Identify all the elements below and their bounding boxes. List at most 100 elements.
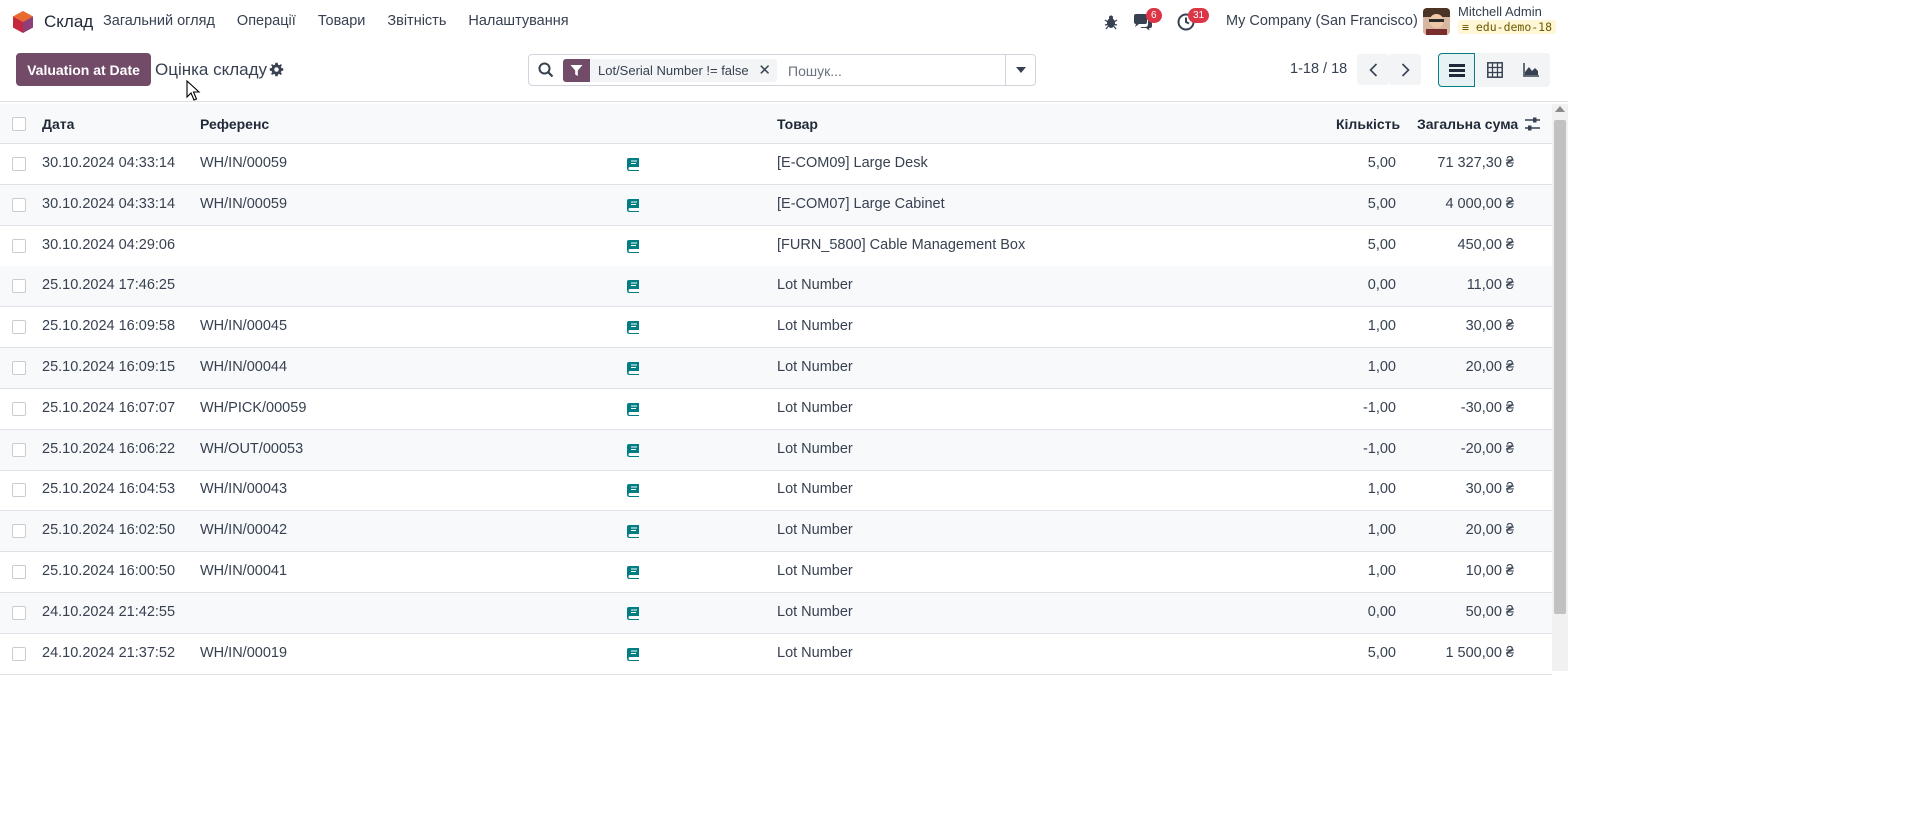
pager-previous-button[interactable] [1357, 54, 1389, 85]
row-checkbox[interactable] [12, 646, 26, 661]
cell-quantity: -1,00 [1362, 440, 1396, 457]
book-icon[interactable] [626, 483, 640, 498]
cell-product: Lot Number [777, 440, 853, 457]
app-name[interactable]: Склад [44, 12, 93, 32]
cell-quantity: 5,00 [1367, 195, 1396, 212]
row-checkbox[interactable] [12, 565, 26, 579]
gear-icon[interactable] [269, 62, 284, 77]
book-icon[interactable] [626, 239, 640, 253]
row-checkbox[interactable] [12, 157, 26, 171]
scroll-up-arrow-icon[interactable] [1555, 106, 1565, 112]
pager-next-button[interactable] [1389, 54, 1421, 85]
search-facet[interactable]: Lot/Serial Number != false ✕ [563, 59, 777, 82]
row-checkbox[interactable] [12, 197, 26, 212]
cell-date: 25.10.2024 16:09:58 [42, 318, 176, 335]
avatar[interactable] [1423, 8, 1450, 35]
chevron-right-icon [1401, 62, 1410, 77]
column-header-reference[interactable]: Референс [200, 116, 269, 132]
table-row[interactable]: 25.10.2024 16:04:53 WH/IN/00043 Lot Number… [0, 470, 1552, 512]
graph-view-button[interactable] [1513, 53, 1550, 87]
debug-icon[interactable] [1103, 0, 1119, 44]
close-icon[interactable]: ✕ [757, 59, 777, 82]
book-icon[interactable] [626, 198, 640, 212]
menu-item-overview[interactable]: Загальний огляд [103, 13, 215, 29]
row-checkbox[interactable] [12, 524, 26, 539]
book-icon[interactable] [626, 524, 640, 539]
cell-total: 30,00 ₴ [1465, 318, 1514, 335]
scrollbar-thumb[interactable] [1554, 120, 1566, 614]
search-options-toggle[interactable] [1005, 55, 1036, 85]
column-header-product[interactable]: Товар [777, 116, 818, 132]
table-row[interactable]: 25.10.2024 16:07:07 WH/PICK/00059 Lot Numb… [0, 389, 1552, 430]
table-row[interactable]: 25.10.2024 16:09:58 WH/IN/00045 Lot Number… [0, 307, 1552, 349]
select-all-checkbox[interactable] [12, 117, 26, 131]
book-icon[interactable] [626, 402, 640, 416]
table-row[interactable]: 25.10.2024 16:00:50 WH/IN/00041 Lot Number… [0, 552, 1552, 593]
table-row[interactable]: 30.10.2024 04:29:06 [FURN_5800] Cable Man… [0, 226, 1552, 267]
book-icon[interactable] [626, 320, 640, 335]
row-checkbox[interactable] [12, 238, 26, 253]
pager-value[interactable]: 1-18 / 18 [1290, 61, 1347, 77]
list-view-button[interactable] [1438, 53, 1475, 87]
cell-product: Lot Number [777, 603, 853, 620]
cell-product: Lot Number [777, 399, 853, 416]
row-checkbox[interactable] [12, 483, 26, 498]
table-row[interactable]: 25.10.2024 16:06:22 WH/OUT/00053 Lot Numbe… [0, 429, 1552, 471]
cell-date: 30.10.2024 04:29:06 [42, 236, 176, 253]
row-checkbox[interactable] [12, 361, 26, 375]
book-icon[interactable] [626, 565, 640, 579]
table-row[interactable]: 25.10.2024 16:02:50 WH/IN/00042 Lot Number… [0, 511, 1552, 553]
cell-quantity: 1,00 [1367, 563, 1396, 579]
book-icon[interactable] [626, 647, 640, 661]
row-checkbox[interactable] [12, 279, 26, 294]
search-icon[interactable] [538, 62, 554, 78]
table-row[interactable]: 30.10.2024 04:33:14 WH/IN/00059 [E-COM07] … [0, 184, 1552, 226]
cell-reference: WH/IN/00045 [200, 318, 288, 335]
area-chart-icon [1523, 63, 1539, 77]
table-row[interactable]: 24.10.2024 21:37:52 WH/IN/00019 Lot Number… [0, 634, 1552, 675]
row-checkbox[interactable] [12, 605, 26, 620]
cell-date: 25.10.2024 16:00:50 [42, 563, 176, 579]
book-icon[interactable] [626, 361, 640, 375]
user-name[interactable]: Mitchell Admin [1458, 4, 1542, 19]
menu-item-reporting[interactable]: Звітність [387, 13, 446, 29]
book-icon[interactable] [626, 443, 640, 457]
cell-date: 30.10.2024 04:33:14 [42, 155, 176, 171]
book-icon[interactable] [626, 606, 640, 620]
cell-reference: WH/IN/00043 [200, 481, 288, 498]
book-icon[interactable] [626, 279, 640, 294]
cell-date: 25.10.2024 16:07:07 [42, 399, 176, 416]
column-header-date[interactable]: Дата [42, 116, 74, 132]
column-header-quantity[interactable]: Кількість [1336, 116, 1400, 132]
menu-item-products[interactable]: Товари [318, 13, 366, 29]
main-menu: Загальний огляд Операції Товари Звітніст… [103, 13, 591, 29]
book-icon[interactable] [626, 157, 640, 171]
cell-quantity: 5,00 [1367, 644, 1396, 661]
column-header-total[interactable]: Загальна сума [1417, 116, 1518, 132]
cell-total: 1 500,00 ₴ [1445, 644, 1514, 661]
cell-total: 20,00 ₴ [1465, 522, 1514, 539]
row-checkbox[interactable] [12, 401, 26, 416]
company-switcher[interactable]: My Company (San Francisco) [1226, 13, 1418, 29]
table-row[interactable]: 25.10.2024 17:46:25 Lot Number 0,00 11,00 ₴ [0, 266, 1552, 308]
cell-quantity: 0,00 [1367, 277, 1396, 294]
search-input[interactable] [788, 61, 998, 81]
optional-columns-icon[interactable] [1524, 116, 1541, 132]
pivot-view-button[interactable] [1476, 53, 1513, 87]
row-checkbox[interactable] [12, 320, 26, 335]
table-row[interactable]: 25.10.2024 16:09:15 WH/IN/00044 Lot Number… [0, 348, 1552, 389]
cell-total: 450,00 ₴ [1457, 236, 1514, 253]
odoo-logo-icon[interactable] [12, 10, 34, 34]
row-checkbox[interactable] [12, 442, 26, 457]
valuation-at-date-button[interactable]: Valuation at Date [16, 53, 151, 86]
facet-label: Lot/Serial Number != false [598, 63, 749, 78]
cell-product: [E-COM09] Large Desk [777, 155, 928, 171]
cell-product: Lot Number [777, 563, 853, 579]
cell-quantity: 1,00 [1367, 481, 1396, 498]
search-bar: Lot/Serial Number != false ✕ [528, 54, 1036, 86]
cell-date: 30.10.2024 04:33:14 [42, 195, 176, 212]
menu-item-operations[interactable]: Операції [237, 13, 296, 29]
menu-item-configuration[interactable]: Налаштування [468, 13, 568, 29]
table-row[interactable]: 24.10.2024 21:42:55 Lot Number 0,00 50,00 ₴ [0, 592, 1552, 634]
table-row[interactable]: 30.10.2024 04:33:14 WH/IN/00059 [E-COM09] … [0, 144, 1552, 185]
